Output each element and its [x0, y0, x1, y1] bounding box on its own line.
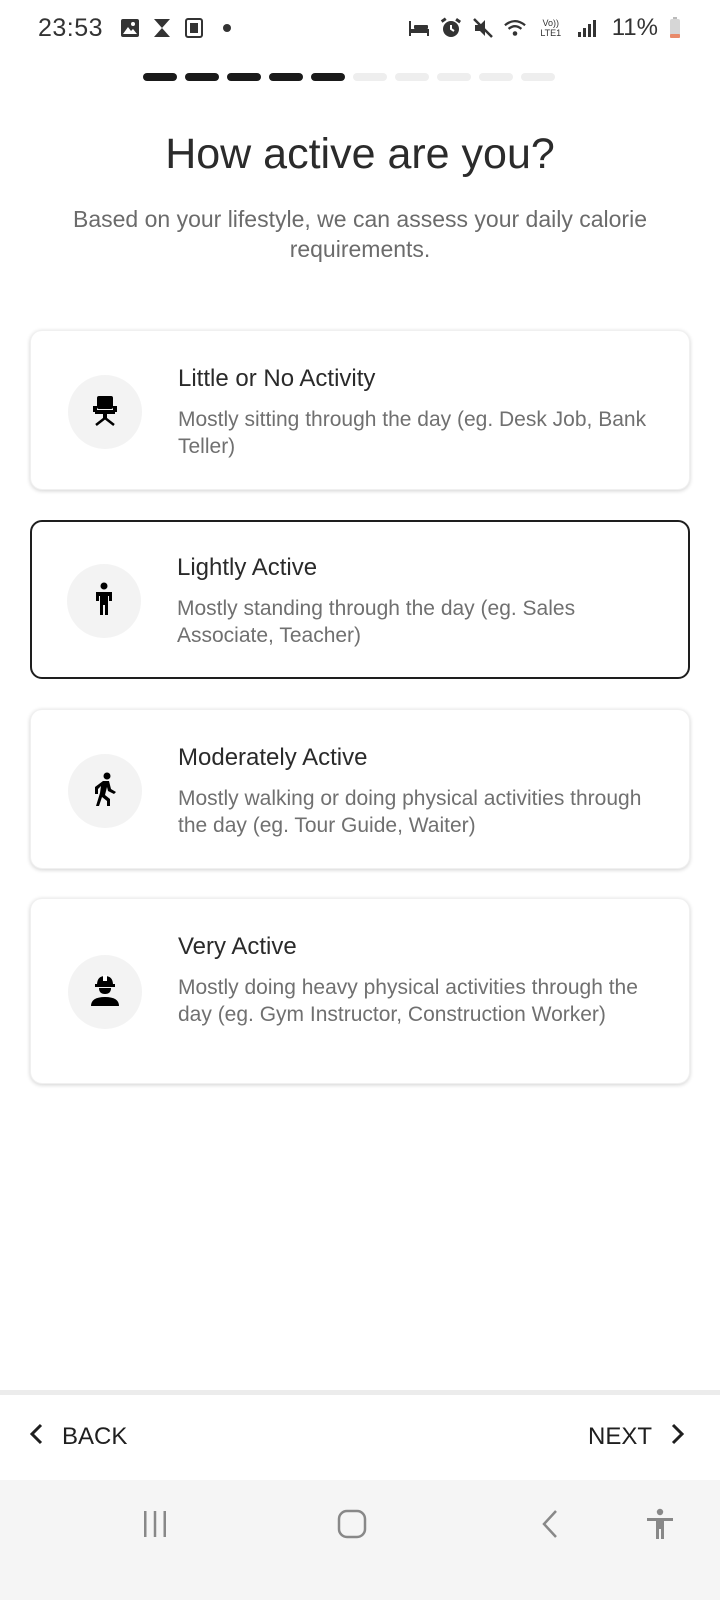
system-nav-bar: [0, 1480, 720, 1600]
lte-icon: Vo)) LTE1: [540, 18, 562, 38]
more-notifications-dot: [223, 24, 232, 32]
home-button[interactable]: [330, 1504, 374, 1548]
alarm-icon: [440, 17, 462, 39]
status-left: 23:53: [38, 13, 232, 43]
progress-segment: [269, 73, 303, 81]
wifi-icon: [503, 17, 526, 39]
progress-segment: [311, 73, 345, 81]
option-icon-circle: [68, 754, 142, 828]
recent-apps-icon: [140, 1509, 170, 1544]
battery-icon: [668, 17, 682, 39]
system-back-icon: [538, 1508, 562, 1545]
option-description: Mostly standing through the day (eg. Sal…: [177, 597, 576, 647]
back-button[interactable]: BACK: [28, 1417, 127, 1457]
option-card-lightly-active[interactable]: Lightly Active Mostly standing through t…: [30, 520, 690, 679]
system-back-button[interactable]: [528, 1504, 572, 1548]
standing-person-icon: [86, 581, 122, 622]
progress-segment: [227, 73, 261, 81]
walking-person-icon: [87, 771, 123, 812]
status-bar: 23:53 Vo)) LTE1 11%: [0, 0, 720, 56]
accessibility-icon: [645, 1508, 675, 1545]
option-card-little-activity[interactable]: Little or No Activity Mostly sitting thr…: [30, 330, 690, 490]
progress-segment: [353, 73, 387, 81]
chevron-right-icon: [670, 1422, 686, 1453]
signal-icon: [576, 17, 598, 39]
progress-segment: [143, 73, 177, 81]
page-subtitle: Based on your lifestyle, we can assess y…: [72, 206, 647, 262]
chevron-left-icon: [28, 1422, 44, 1453]
progress-indicator: [143, 73, 555, 81]
option-card-moderately-active[interactable]: Moderately Active Mostly walking or doin…: [30, 709, 690, 869]
option-description: Mostly doing heavy physical activities t…: [178, 976, 638, 1026]
option-icon-circle: [68, 375, 142, 449]
gallery-icon: [119, 17, 141, 39]
progress-segment: [437, 73, 471, 81]
footer-divider: [0, 1390, 720, 1395]
status-time: 23:53: [38, 13, 104, 42]
mute-icon: [472, 17, 494, 39]
progress-segment: [395, 73, 429, 81]
option-icon-circle: [67, 564, 141, 638]
option-title: Moderately Active: [178, 744, 368, 771]
option-title: Little or No Activity: [178, 365, 376, 392]
home-icon: [336, 1508, 368, 1545]
status-right: Vo)) LTE1 11%: [408, 14, 682, 42]
option-title: Lightly Active: [177, 554, 318, 581]
bed-icon: [408, 17, 430, 39]
battery-percent: 11%: [611, 14, 658, 41]
page-title: How active are you?: [165, 130, 555, 178]
accessibility-button[interactable]: [638, 1504, 682, 1548]
option-description: Mostly walking or doing physical activit…: [178, 787, 642, 837]
back-button-label: BACK: [62, 1423, 128, 1450]
option-title: Very Active: [178, 933, 297, 960]
progress-segment: [479, 73, 513, 81]
option-icon-circle: [68, 955, 142, 1029]
hourglass-icon: [151, 17, 173, 39]
option-description: Mostly sitting through the day (eg. Desk…: [178, 408, 647, 458]
next-button-label: NEXT: [587, 1423, 652, 1450]
app-notification-icon: [183, 17, 205, 39]
office-chair-icon: [87, 392, 123, 433]
next-button[interactable]: NEXT: [588, 1417, 686, 1457]
progress-segment: [521, 73, 555, 81]
option-card-very-active[interactable]: Very Active Mostly doing heavy physical …: [30, 898, 690, 1084]
construction-worker-icon: [87, 972, 123, 1013]
progress-segment: [185, 73, 219, 81]
recent-apps-button[interactable]: [133, 1504, 177, 1548]
